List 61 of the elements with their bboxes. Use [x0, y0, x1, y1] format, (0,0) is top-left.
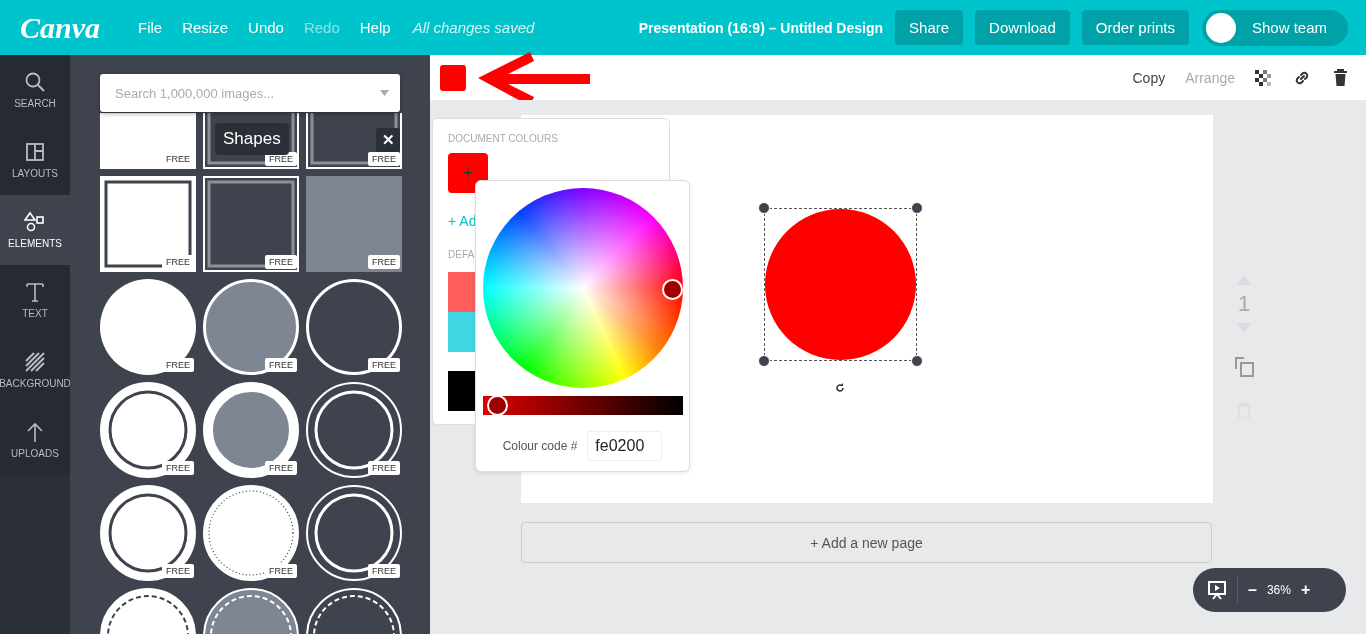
zoom-in-button[interactable]: +: [1300, 581, 1311, 599]
shape-thumbnail[interactable]: FREE: [306, 485, 402, 581]
close-button[interactable]: ✕: [376, 128, 400, 152]
shape-thumbnail[interactable]: FREE: [203, 382, 299, 478]
free-badge: FREE: [162, 564, 194, 578]
text-icon: [24, 281, 46, 303]
sidebar-item[interactable]: UPLOADS: [0, 405, 70, 475]
resize-handle[interactable]: [911, 355, 923, 367]
sidebar-item[interactable]: ELEMENTS: [0, 195, 70, 265]
shape-thumbnail[interactable]: FREE: [203, 485, 299, 581]
search-field[interactable]: Search 1,000,000 images...: [100, 74, 400, 112]
free-badge: FREE: [265, 564, 297, 578]
free-badge: FREE: [368, 564, 400, 578]
resize-handle[interactable]: [758, 355, 770, 367]
layout-icon: [24, 141, 46, 163]
page-number: 1: [1237, 291, 1251, 317]
free-badge: FREE: [368, 255, 400, 269]
colour-code-label: Colour code #: [502, 439, 578, 453]
free-badge: FREE: [368, 152, 400, 166]
save-status: All changes saved: [412, 19, 535, 36]
shape-thumbnail[interactable]: FREE: [100, 382, 196, 478]
resize-handle[interactable]: [911, 202, 923, 214]
shape-thumbnail[interactable]: FREE: [203, 176, 299, 272]
slider-thumb[interactable]: [487, 395, 508, 416]
rotate-handle-icon[interactable]: [833, 381, 847, 395]
sidebar-item[interactable]: LAYOUTS: [0, 125, 70, 195]
free-badge: FREE: [368, 461, 400, 475]
shape-thumbnail[interactable]: FREE: [306, 279, 402, 375]
sidebar-item[interactable]: SEARCH: [0, 55, 70, 125]
shape-thumbnail[interactable]: FREE: [306, 382, 402, 478]
brightness-slider[interactable]: [483, 396, 683, 415]
free-badge: FREE: [162, 358, 194, 372]
shapes-icon: [24, 211, 46, 233]
resize-handle[interactable]: [758, 202, 770, 214]
tooltip: Shapes: [215, 123, 289, 155]
shape-thumbnail[interactable]: FREE: [203, 279, 299, 375]
shape-thumbnail[interactable]: FREE: [100, 485, 196, 581]
free-badge: FREE: [162, 461, 194, 475]
sidebar-item[interactable]: TEXT: [0, 265, 70, 335]
circle-shape[interactable]: [765, 209, 916, 360]
free-badge: FREE: [368, 358, 400, 372]
toolbar-action[interactable]: Copy: [1132, 69, 1166, 86]
add-page-button[interactable]: + Add a new page: [521, 522, 1212, 563]
section-heading: DOCUMENT COLOURS: [448, 133, 558, 144]
free-badge: FREE: [162, 255, 194, 269]
search-icon: [24, 71, 46, 93]
trash-icon[interactable]: [1333, 69, 1348, 86]
shape-thumbnail[interactable]: FREE: [100, 279, 196, 375]
zoom-level: 36%: [1266, 583, 1291, 597]
sidebar-item[interactable]: BACKGROUND: [0, 335, 70, 405]
colour-code-field[interactable]: fe0200: [587, 431, 663, 461]
transparency-icon[interactable]: [1255, 69, 1271, 86]
hatch-icon: [24, 351, 46, 373]
free-badge: FREE: [265, 255, 297, 269]
hue-handle[interactable]: [662, 279, 683, 300]
section-heading: DEFA: [448, 249, 475, 260]
colour-swatch[interactable]: [440, 64, 466, 91]
present-icon[interactable]: [1207, 580, 1227, 600]
free-badge: FREE: [265, 358, 297, 372]
free-badge: FREE: [265, 461, 297, 475]
zoom-out-button[interactable]: –: [1248, 581, 1257, 599]
